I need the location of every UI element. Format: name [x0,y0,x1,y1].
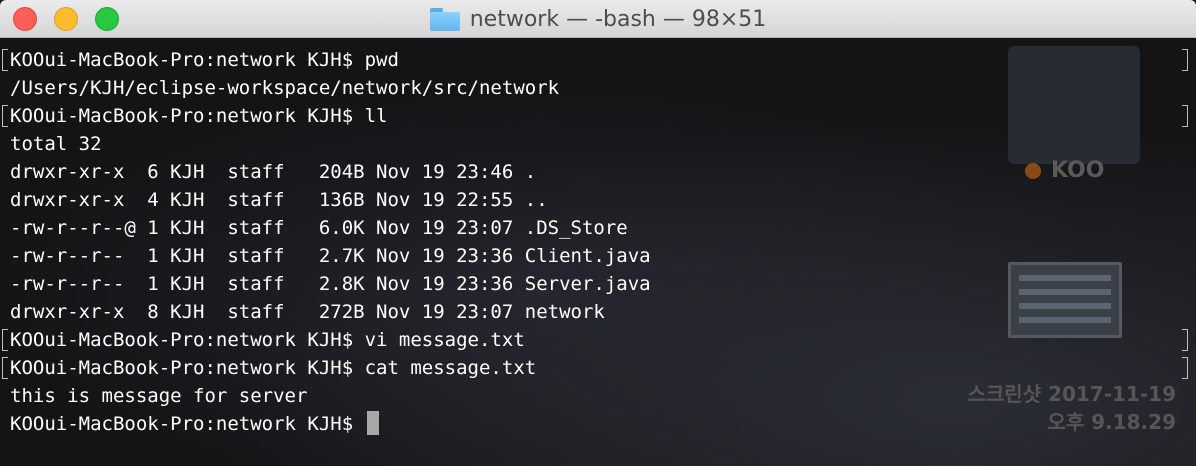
output-line: drwxr-xr-x 6 KJH staff 204B Nov 19 23:46… [10,158,1176,186]
text-cursor [366,411,379,435]
window-title: network — -bash — 98×51 [469,6,767,32]
output-line: drwxr-xr-x 4 KJH staff 136B Nov 19 22:55… [10,186,1176,214]
terminal-window: network — -bash — 98×51 KOO 스크린샷 2017-11… [0,0,1196,466]
output-line: -rw-r--r--@ 1 KJH staff 6.0K Nov 19 23:0… [10,214,1176,242]
line-mark-right-icon [1182,329,1188,351]
title-bar[interactable]: network — -bash — 98×51 [0,0,1196,38]
prompt-line: KOOui-MacBook-Pro:network KJH$ vi messag… [2,326,1188,354]
window-title-container: network — -bash — 98×51 [0,0,1196,38]
line-mark-left-icon [2,357,8,379]
line-text: drwxr-xr-x 4 KJH staff 136B Nov 19 22:55… [10,189,548,211]
folder-icon [429,7,460,31]
prompt-line: KOOui-MacBook-Pro:network KJH$ cat messa… [2,354,1188,382]
line-text: KOOui-MacBook-Pro:network KJH$ ll [10,105,388,127]
line-text: -rw-r--r--@ 1 KJH staff 6.0K Nov 19 23:0… [10,217,628,239]
prompt-text: KOOui-MacBook-Pro:network KJH$ [10,413,365,435]
output-line: drwxr-xr-x 8 KJH staff 272B Nov 19 23:07… [10,298,1176,326]
line-text: this is message for server [10,385,308,407]
output-line: -rw-r--r-- 1 KJH staff 2.7K Nov 19 23:36… [10,242,1176,270]
line-text: KOOui-MacBook-Pro:network KJH$ pwd [10,49,399,71]
line-text: KOOui-MacBook-Pro:network KJH$ cat messa… [10,357,537,379]
terminal-output[interactable]: KOOui-MacBook-Pro:network KJH$ pwd/Users… [2,46,1188,438]
output-line: -rw-r--r-- 1 KJH staff 2.8K Nov 19 23:36… [10,270,1176,298]
line-text: /Users/KJH/eclipse-workspace/network/src… [10,77,560,99]
output-line: total 32 [10,130,1176,158]
line-mark-left-icon [2,329,8,351]
line-text: KOOui-MacBook-Pro:network KJH$ vi messag… [10,329,525,351]
line-mark-right-icon [1182,105,1188,127]
line-text: drwxr-xr-x 8 KJH staff 272B Nov 19 23:07… [10,301,605,323]
line-text: -rw-r--r-- 1 KJH staff 2.8K Nov 19 23:36… [10,273,651,295]
line-mark-left-icon [2,105,8,127]
line-mark-left-icon [2,49,8,71]
output-line: /Users/KJH/eclipse-workspace/network/src… [10,74,1176,102]
prompt-line: KOOui-MacBook-Pro:network KJH$ pwd [2,46,1188,74]
line-text: -rw-r--r-- 1 KJH staff 2.7K Nov 19 23:36… [10,245,651,267]
output-line: this is message for server [10,382,1176,410]
line-mark-right-icon [1182,357,1188,379]
line-text: drwxr-xr-x 6 KJH staff 204B Nov 19 23:46… [10,161,537,183]
line-mark-right-icon [1182,49,1188,71]
line-text: total 32 [10,133,102,155]
prompt-line: KOOui-MacBook-Pro:network KJH$ ll [2,102,1188,130]
terminal-content[interactable]: KOO 스크린샷 2017-11-19 오후 9.18.29 KOOui-Mac… [0,38,1196,466]
current-prompt-line[interactable]: KOOui-MacBook-Pro:network KJH$ [10,410,1176,438]
